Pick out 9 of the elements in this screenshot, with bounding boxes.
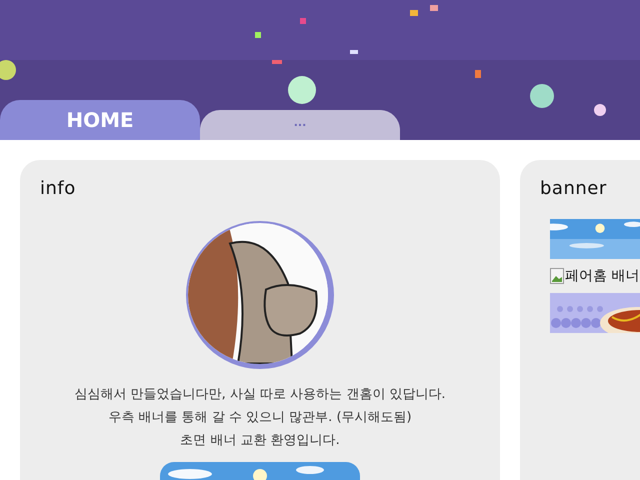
card-title: info [40,178,77,199]
card-title: banner [540,178,608,199]
intro-text: 심심해서 만들었습니다만, 사실 따로 사용하는 갠홈이 있답니다. [74,386,446,404]
intro-text: 우측 배너를 통해 갈 수 있으니 많관부. (무시해도됨) [108,409,412,427]
image-alt-text[interactable]: 페어홈 배너 [565,267,640,285]
broken-image-icon [550,268,564,284]
nav-tab[interactable]: ... [200,110,400,140]
intro-text: 초면 배너 교환 환영입니다. [180,432,340,450]
nav-tab[interactable]: HOME [0,100,200,140]
